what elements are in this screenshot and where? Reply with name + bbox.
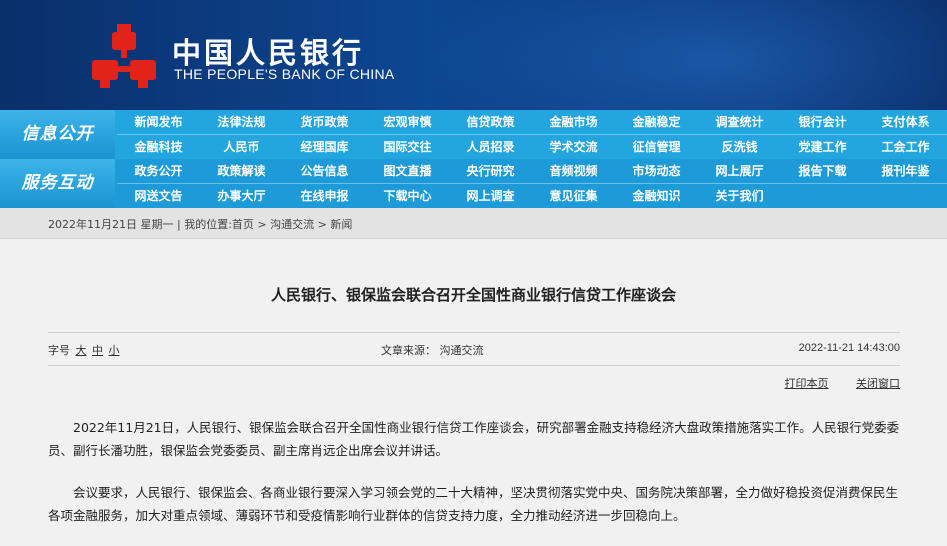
nav-link[interactable]: 办事大厅 <box>200 184 283 209</box>
nav-group-service: 服务互动 <box>0 159 115 208</box>
nav-link[interactable]: 人员招录 <box>449 135 532 160</box>
article-paragraph: 2022年11月21日，人民银行、银保监会联合召开全国性商业银行信贷工作座谈会，… <box>48 420 900 458</box>
article-paragraph: 会议要求，人民银行、银保监会、各商业银行要深入学习领会党的二十大精神，坚决贯彻落… <box>48 485 899 523</box>
font-size-medium-link[interactable]: 中 <box>92 344 103 357</box>
nav-link[interactable]: 网上展厅 <box>698 159 781 184</box>
nav-link[interactable]: 学术交流 <box>532 135 615 160</box>
nav-link[interactable]: 政务公开 <box>117 159 200 184</box>
main-navigation: 信息公开 新闻发布 法律法规 货币政策 宏观审慎 信贷政策 金融市场 金融稳定 调查统计 银行会… <box>0 110 947 208</box>
article-datetime: 2022-11-21 14:43:00 <box>798 342 900 354</box>
breadcrumb-bar: 2022年11月21日 星期一 | 我的位置:首页 > 沟通交流 > 新闻 <box>0 208 947 239</box>
nav-link[interactable]: 关于我们 <box>698 184 781 209</box>
article-title: 人民银行、银保监会联合召开全国性商业银行信贷工作座谈会 <box>270 286 676 304</box>
nav-divider <box>117 134 947 135</box>
nav-link[interactable]: 征信管理 <box>615 135 698 160</box>
nav-link[interactable]: 报刊年鉴 <box>864 159 947 184</box>
font-size-controls: 字号 大 中 小 <box>48 342 120 358</box>
nav-link[interactable]: 金融市场 <box>532 110 615 135</box>
nav-link[interactable]: 在线申报 <box>283 184 366 209</box>
location-prefix: 我的位置: <box>184 218 232 231</box>
nav-info-disclosure: 信息公开 新闻发布 法律法规 货币政策 宏观审慎 信贷政策 金融市场 金融稳定 调查统计 银行会… <box>0 110 947 159</box>
nav-link[interactable]: 央行研究 <box>449 159 532 184</box>
nav-link[interactable]: 反洗钱 <box>698 135 781 160</box>
font-size-label: 字号 <box>48 344 70 357</box>
close-window-link[interactable]: 关闭窗口 <box>856 377 900 390</box>
nav-link[interactable]: 政策解读 <box>200 159 283 184</box>
nav-link[interactable]: 网送文告 <box>117 184 200 209</box>
breadcrumb: 2022年11月21日 星期一 | 我的位置:首页 > 沟通交流 > 新闻 <box>48 218 353 231</box>
current-date: 2022年11月21日 星期一 <box>48 218 174 231</box>
nav-link[interactable]: 调查统计 <box>698 110 781 135</box>
nav-link[interactable]: 市场动态 <box>615 159 698 184</box>
breadcrumb-news-link[interactable]: 新闻 <box>330 218 352 231</box>
nav-link[interactable]: 支付体系 <box>864 110 947 135</box>
nav-link[interactable]: 党建工作 <box>781 135 864 160</box>
nav-link[interactable]: 意见征集 <box>532 184 615 209</box>
nav-link[interactable]: 法律法规 <box>200 110 283 135</box>
nav-link[interactable]: 金融知识 <box>615 184 698 209</box>
nav-link[interactable]: 经理国库 <box>283 135 366 160</box>
nav-link[interactable]: 工会工作 <box>864 135 947 160</box>
font-size-small-link[interactable]: 小 <box>109 344 120 357</box>
nav-link[interactable]: 公告信息 <box>283 159 366 184</box>
nav-group-info: 信息公开 <box>0 110 115 159</box>
nav-link[interactable]: 金融稳定 <box>615 110 698 135</box>
nav-divider <box>117 183 947 184</box>
pboc-logo-icon[interactable] <box>90 22 158 90</box>
nav-link[interactable]: 网上调查 <box>449 184 532 209</box>
article-body: 2022年11月21日，人民银行、银保监会联合召开全国性商业银行信贷工作座谈会，… <box>48 416 901 546</box>
article-info-bar: 字号 大 中 小 文章来源： 沟通交流 2022-11-21 14:43:00 <box>48 332 900 366</box>
nav-service-interaction: 服务互动 政务公开 政策解读 公告信息 图文直播 央行研究 音频视频 市场动态 网上展厅 报告下… <box>0 159 947 208</box>
nav-link[interactable]: 银行会计 <box>781 110 864 135</box>
nav-link[interactable]: 音频视频 <box>532 159 615 184</box>
article-tools: 打印本页 关闭窗口 <box>761 375 901 391</box>
font-size-large-link[interactable]: 大 <box>76 344 87 357</box>
logo-english-name: THE PEOPLE'S BANK OF CHINA <box>174 66 395 82</box>
nav-link[interactable]: 信贷政策 <box>449 110 532 135</box>
site-header: 中国人民银行 THE PEOPLE'S BANK OF CHINA <box>0 0 947 110</box>
nav-link[interactable]: 新闻发布 <box>117 110 200 135</box>
nav-link[interactable]: 金融科技 <box>117 135 200 160</box>
nav-link[interactable]: 国际交往 <box>366 135 449 160</box>
breadcrumb-home-link[interactable]: 首页 <box>232 218 254 231</box>
nav-link[interactable]: 货币政策 <box>283 110 366 135</box>
breadcrumb-communication-link[interactable]: 沟通交流 <box>270 218 314 231</box>
nav-link[interactable]: 报告下载 <box>781 159 864 184</box>
nav-link[interactable]: 图文直播 <box>366 159 449 184</box>
nav-link[interactable]: 人民币 <box>200 135 283 160</box>
nav-link[interactable]: 宏观审慎 <box>366 110 449 135</box>
print-page-link[interactable]: 打印本页 <box>785 377 829 390</box>
article-source: 文章来源： 沟通交流 <box>381 344 484 357</box>
nav-link[interactable]: 下载中心 <box>366 184 449 209</box>
